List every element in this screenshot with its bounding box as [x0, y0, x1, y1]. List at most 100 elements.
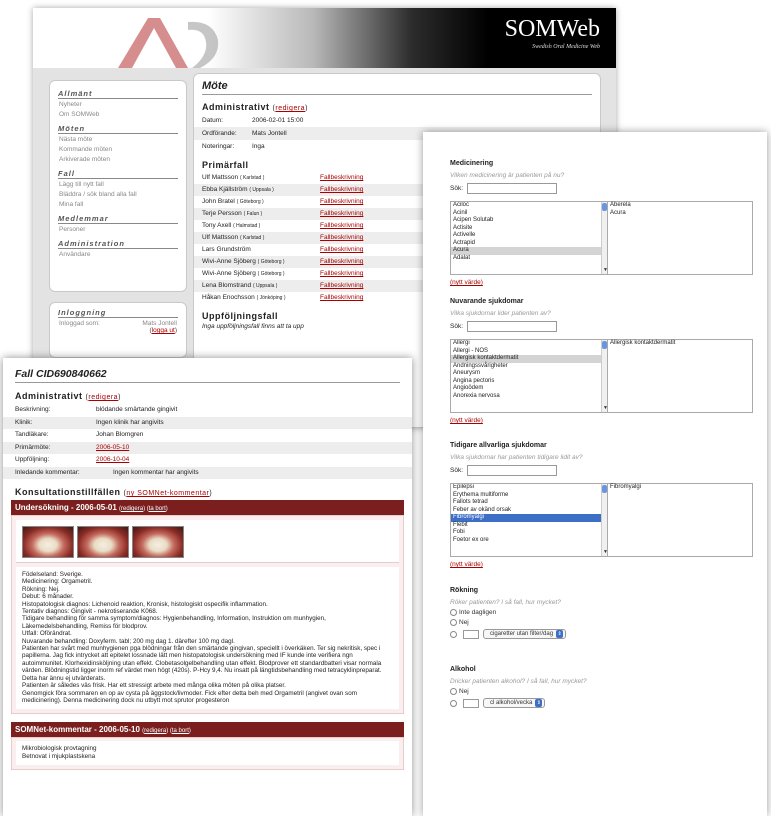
list-option[interactable]: Allergi - NOS: [451, 348, 607, 356]
case-description-link[interactable]: Fallbeskrivning: [320, 221, 363, 231]
case-presenter: Terje Persson ( Falun ): [202, 209, 320, 219]
nav-item[interactable]: Personer: [50, 224, 186, 234]
nav-item[interactable]: Om SOMWeb: [50, 109, 186, 119]
selected-item[interactable]: Acura: [610, 210, 752, 218]
nav-item[interactable]: Kommande möten: [50, 144, 186, 154]
somnet-delete-link[interactable]: ta bort: [172, 728, 189, 734]
diseases-selected-list[interactable]: Allergisk kontaktdermatit: [608, 339, 753, 413]
clinical-photo-2[interactable]: [77, 526, 129, 558]
medication-new-value-link[interactable]: (nytt värde): [450, 279, 755, 286]
selected-item[interactable]: Aberela: [610, 202, 752, 210]
list-option[interactable]: Fallots tetrad: [451, 499, 607, 507]
field-date-link[interactable]: 2006-10-04: [96, 456, 129, 465]
list-option[interactable]: Feber av okänd orsak: [451, 507, 607, 515]
diseases-options-list[interactable]: Allergi Allergi - NOS Allergisk kontaktder…: [450, 339, 608, 413]
list-option[interactable]: Allergisk kontaktdermatit: [451, 355, 607, 363]
medication-search-input[interactable]: [467, 183, 558, 194]
smoking-option-amount[interactable]: cigaretter utan filter/dag ⇕: [450, 629, 755, 639]
serious-search-input[interactable]: [467, 465, 558, 476]
serious-new-value-link[interactable]: (nytt värde): [450, 561, 755, 568]
logout-link[interactable]: logga ut: [152, 327, 175, 334]
smoking-amount-input[interactable]: [463, 629, 479, 639]
alcohol-option-amount[interactable]: cl alkohol/vecka ⇕: [450, 698, 755, 708]
selected-item[interactable]: Allergisk kontaktdermatit: [610, 340, 752, 348]
nav-item[interactable]: Nästa möte: [50, 134, 186, 144]
medication-section: Medicinering Vilken medicinering är pati…: [450, 160, 755, 286]
medication-selected-list[interactable]: Aberela Acura: [608, 201, 753, 275]
list-option[interactable]: Fobi: [451, 529, 607, 537]
selected-item[interactable]: Fibromyalgi: [610, 484, 752, 492]
scroll-down-icon[interactable]: ▼: [603, 406, 607, 411]
list-option[interactable]: Angioödem: [451, 385, 607, 393]
nav-item[interactable]: Nyheter: [50, 99, 186, 109]
radio-button[interactable]: [450, 609, 457, 616]
case-description-link[interactable]: Fallbeskrivning: [320, 293, 363, 303]
radio-button[interactable]: [450, 619, 457, 626]
exam-edit-link[interactable]: redigera: [121, 506, 143, 512]
new-somnet-comment-link[interactable]: ny SOMNet-kommentar: [126, 490, 209, 497]
scroll-down-icon[interactable]: ▼: [603, 550, 607, 555]
list-option[interactable]: Activelle: [451, 232, 607, 240]
smoking-opt2-label: Nej: [459, 619, 469, 626]
list-option[interactable]: Foetor ex ore: [451, 537, 607, 545]
list-option[interactable]: Acura: [451, 247, 607, 255]
list-option[interactable]: Andningssvårigheter: [451, 363, 607, 371]
scroll-thumb[interactable]: [602, 485, 607, 493]
radio-button[interactable]: [450, 630, 457, 638]
radio-button[interactable]: [450, 688, 457, 695]
list-option[interactable]: Aneurysm: [451, 370, 607, 378]
case-edit-link[interactable]: redigera: [88, 394, 118, 401]
nav-item[interactable]: Arkiverade möten: [50, 154, 186, 164]
list-option[interactable]: Fibromyalgi: [451, 514, 607, 522]
scroll-down-icon[interactable]: ▼: [603, 268, 607, 273]
list-option[interactable]: Erythema multiforme: [451, 492, 607, 500]
list-option[interactable]: Actrapid: [451, 240, 607, 248]
diseases-search-input[interactable]: [467, 321, 558, 332]
case-description-link[interactable]: Fallbeskrivning: [320, 197, 363, 207]
scroll-thumb[interactable]: [602, 341, 607, 349]
list-option[interactable]: Anorexia nervosa: [451, 393, 607, 401]
field-date-link[interactable]: 2006-05-10: [96, 444, 129, 453]
smoking-option-no[interactable]: Nej: [450, 619, 755, 626]
case-description-link[interactable]: Fallbeskrivning: [320, 269, 363, 279]
alcohol-amount-input[interactable]: [463, 698, 479, 708]
list-option[interactable]: Aciloc: [451, 202, 607, 210]
list-option[interactable]: Adalat: [451, 255, 607, 263]
list-option[interactable]: Epilepsi: [451, 484, 607, 492]
nav-item[interactable]: Bläddra / sök bland alla fall: [50, 189, 186, 199]
list-option[interactable]: Flebit: [451, 522, 607, 530]
case-description-link[interactable]: Fallbeskrivning: [320, 173, 363, 183]
scroll-thumb[interactable]: [602, 203, 607, 211]
case-description-link[interactable]: Fallbeskrivning: [320, 209, 363, 219]
list-option[interactable]: Allergi: [451, 340, 607, 348]
alcohol-unit-select[interactable]: cl alkohol/vecka ⇕: [483, 698, 546, 708]
clinical-photo-1[interactable]: [22, 526, 74, 558]
meeting-edit-link[interactable]: redigera: [275, 105, 305, 112]
nav-item[interactable]: Användare: [50, 249, 186, 259]
serious-scrollbar[interactable]: ▼: [601, 484, 607, 556]
clinical-photo-3[interactable]: [132, 526, 184, 558]
medication-options-list[interactable]: Aciloc Acinil Acipen Solutab Actisite Active…: [450, 201, 608, 275]
smoking-unit-select[interactable]: cigaretter utan filter/dag ⇕: [483, 629, 567, 639]
medication-scrollbar[interactable]: ▼: [601, 202, 607, 274]
case-description-link[interactable]: Fallbeskrivning: [320, 233, 363, 243]
case-description-link[interactable]: Fallbeskrivning: [320, 257, 363, 267]
case-description-link[interactable]: Fallbeskrivning: [320, 245, 363, 255]
case-description-link[interactable]: Fallbeskrivning: [320, 281, 363, 291]
list-option[interactable]: Actisite: [451, 225, 607, 233]
alcohol-option-no[interactable]: Nej: [450, 688, 755, 695]
serious-selected-list[interactable]: Fibromyalgi: [608, 483, 753, 557]
diseases-new-value-link[interactable]: (nytt värde): [450, 417, 755, 424]
smoking-option-not-daily[interactable]: Inte dagligen: [450, 609, 755, 616]
case-description-link[interactable]: Fallbeskrivning: [320, 185, 363, 195]
list-option[interactable]: Acinil: [451, 210, 607, 218]
radio-button[interactable]: [450, 699, 457, 707]
list-option[interactable]: Angina pectoris: [451, 378, 607, 386]
somnet-edit-link[interactable]: redigera: [144, 728, 166, 734]
nav-item[interactable]: Mina fall: [50, 199, 186, 209]
diseases-scrollbar[interactable]: ▼: [601, 340, 607, 412]
serious-options-list[interactable]: Epilepsi Erythema multiforme Fallots tetra…: [450, 483, 608, 557]
nav-item[interactable]: Lägg till nytt fall: [50, 179, 186, 189]
exam-delete-link[interactable]: ta bort: [149, 506, 166, 512]
list-option[interactable]: Acipen Solutab: [451, 217, 607, 225]
